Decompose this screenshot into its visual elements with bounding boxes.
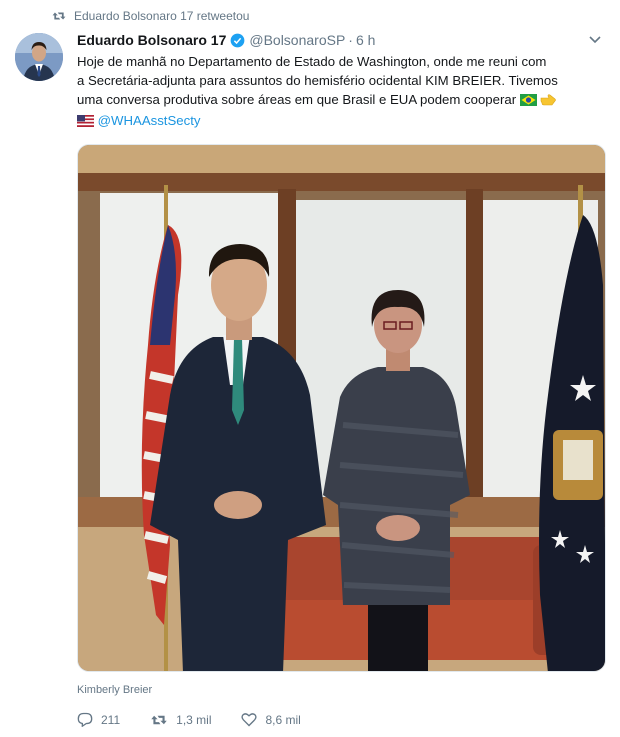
pointing-hand-icon <box>540 92 557 111</box>
like-button[interactable]: 8,6 mil <box>241 712 301 727</box>
heart-icon <box>241 712 258 727</box>
mention-link[interactable]: @WHAAsstSecty <box>98 113 201 128</box>
retweet-context: Eduardo Bolsonaro 17 retweetou <box>52 9 249 23</box>
retweet-icon <box>150 713 168 727</box>
timestamp[interactable]: 6 h <box>356 32 375 48</box>
retweet-context-text: Eduardo Bolsonaro 17 retweetou <box>74 9 250 23</box>
tweet-text-line-3: uma conversa produtiva sobre áreas em qu… <box>77 90 607 111</box>
tweet[interactable]: Eduardo Bolsonaro 17 retweetou Eduardo B… <box>0 0 620 737</box>
retweet-count: 1,3 mil <box>176 712 212 727</box>
chevron-down-icon[interactable] <box>588 35 602 45</box>
brazil-flag-icon <box>519 92 537 111</box>
retweet-button[interactable]: 1,3 mil <box>150 713 211 727</box>
user-handle[interactable]: @BolsonaroSP <box>249 32 345 48</box>
reply-icon <box>77 712 93 727</box>
tweet-mention-line: @WHAAsstSecty <box>77 111 607 132</box>
reply-button[interactable]: 211 <box>77 712 120 727</box>
tweet-text-line: a Secretária-adjunta para assuntos do he… <box>77 73 558 88</box>
us-flag-icon <box>77 113 94 132</box>
tweet-text-line: Hoje de manhã no Departamento de Estado … <box>77 54 547 69</box>
photo-caption: Kimberly Breier <box>77 684 153 696</box>
tweet-text: Hoje de manhã no Departamento de Estado … <box>77 52 607 132</box>
retweet-icon <box>52 10 66 22</box>
reply-count: 211 <box>101 712 121 727</box>
display-name[interactable]: Eduardo Bolsonaro 17 <box>77 32 226 48</box>
tweet-photo[interactable] <box>77 144 606 672</box>
avatar[interactable] <box>15 33 63 81</box>
separator: · <box>348 32 353 48</box>
verified-icon <box>230 33 245 48</box>
tweet-actions: 211 1,3 mil 8,6 mil <box>77 712 331 727</box>
tweet-header: Eduardo Bolsonaro 17 @BolsonaroSP · 6 h <box>77 32 602 48</box>
tweet-text-line: uma conversa produtiva sobre áreas em qu… <box>77 92 517 107</box>
like-count: 8,6 mil <box>265 712 301 727</box>
